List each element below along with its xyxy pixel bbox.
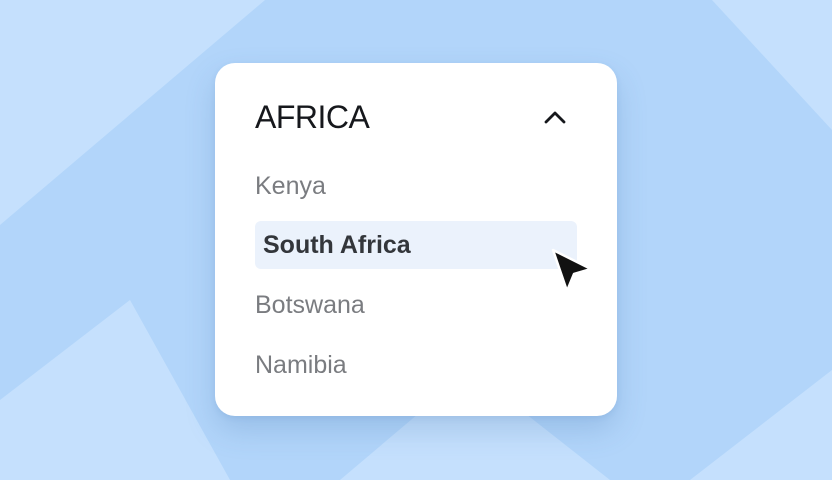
dropdown-option-botswana[interactable]: Botswana	[255, 281, 577, 329]
dropdown-option-namibia[interactable]: Namibia	[255, 341, 577, 389]
option-label: South Africa	[263, 231, 411, 259]
dropdown-option-south-africa[interactable]: South Africa	[255, 221, 577, 269]
page-background: AFRICA Kenya South Africa Botswana Namib…	[0, 0, 832, 480]
dropdown-title: AFRICA	[255, 99, 370, 135]
option-label: Namibia	[255, 351, 347, 379]
option-label: Botswana	[255, 291, 365, 319]
chevron-up-icon[interactable]	[543, 106, 567, 130]
arrow-cursor-icon	[551, 248, 593, 293]
dropdown-header[interactable]: AFRICA	[255, 97, 577, 137]
region-dropdown: AFRICA Kenya South Africa Botswana Namib…	[215, 63, 617, 416]
option-label: Kenya	[255, 172, 326, 200]
dropdown-option-kenya[interactable]: Kenya	[255, 162, 577, 210]
